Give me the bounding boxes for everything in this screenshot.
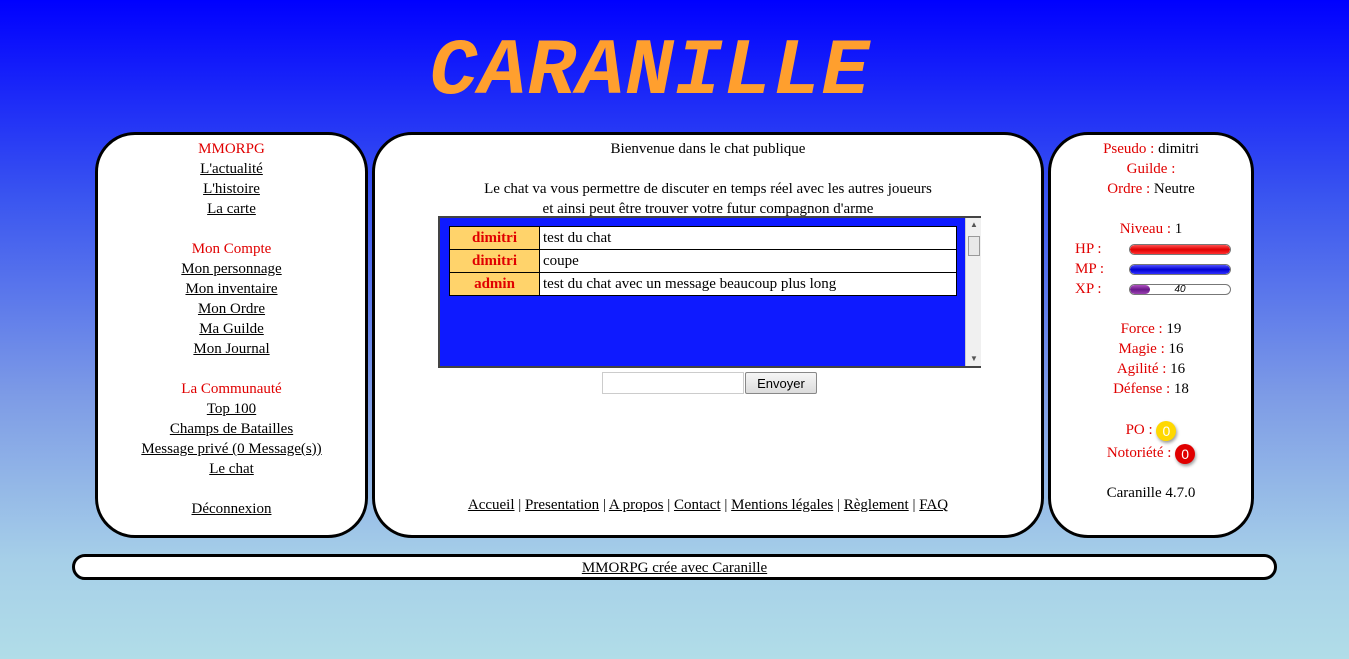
magie-value: 16	[1168, 341, 1184, 357]
menu-link-message-prive[interactable]: Message privé (0 Message(s))	[141, 441, 321, 457]
gold-coin-icon: 0	[1156, 420, 1177, 441]
menu-link-guilde[interactable]: Ma Guilde	[199, 321, 264, 337]
xp-row: XP : 40	[1051, 279, 1251, 299]
menu-link-journal[interactable]: Mon Journal	[193, 341, 269, 357]
menu-link-ordre[interactable]: Mon Ordre	[198, 301, 265, 317]
menu-link-champs-batailles[interactable]: Champs de Batailles	[170, 421, 293, 437]
ordre-row: Ordre : Neutre	[1107, 181, 1195, 197]
nav-link-mentions-legales[interactable]: Mentions légales	[731, 497, 833, 513]
xp-bar: 40	[1129, 284, 1231, 295]
chat-scrollbar[interactable]: ▲ ▼	[965, 218, 981, 366]
menu-link-top100[interactable]: Top 100	[207, 401, 256, 417]
nav-link-presentation[interactable]: Presentation	[525, 497, 599, 513]
niveau-value: 1	[1174, 221, 1183, 237]
chat-messages-table: dimitri test du chat dimitri coupe admin…	[449, 226, 957, 296]
xp-label: XP :	[1075, 281, 1102, 297]
defense-value: 18	[1173, 381, 1189, 397]
chat-message-text: test du chat	[539, 226, 957, 250]
force-value: 19	[1166, 321, 1182, 337]
chat-message-text: test du chat avec un message beaucoup pl…	[539, 272, 957, 296]
notoriete-row: Notoriété : 0	[1051, 441, 1251, 465]
hp-bar	[1129, 244, 1231, 255]
send-button[interactable]: Envoyer	[745, 372, 817, 394]
site-title: CARANILLE	[429, 27, 871, 118]
pseudo-row: Pseudo : dimitri	[1103, 141, 1199, 157]
mp-label: MP :	[1075, 261, 1105, 277]
nav-link-reglement[interactable]: Règlement	[844, 497, 909, 513]
chat-message-text: coupe	[539, 249, 957, 273]
pseudo-value: dimitri	[1158, 141, 1199, 157]
guilde-row: Guilde :	[1126, 161, 1176, 177]
menu-link-personnage[interactable]: Mon personnage	[181, 261, 281, 277]
nav-link-accueil[interactable]: Accueil	[468, 497, 515, 513]
po-row: PO : 0	[1051, 419, 1251, 441]
version-text: Caranille 4.7.0	[1106, 485, 1196, 501]
footer-link[interactable]: MMORPG crée avec Caranille	[582, 560, 767, 576]
niveau-row: Niveau : 1	[1119, 221, 1183, 237]
defense-row: Défense : 18	[1113, 381, 1189, 397]
nav-link-contact[interactable]: Contact	[674, 497, 721, 513]
chat-welcome: Bienvenue dans le chat publique	[610, 141, 806, 157]
chat-message-user: dimitri	[449, 226, 540, 250]
footer-nav: Accueil | Presentation | A propos | Cont…	[467, 497, 949, 513]
agilite-value: 16	[1170, 361, 1186, 377]
logout-link[interactable]: Déconnexion	[192, 501, 272, 517]
force-row: Force : 19	[1120, 321, 1182, 337]
character-panel: Pseudo : dimitri Guilde : Ordre : Neutre…	[1048, 132, 1254, 538]
chat-message-row: admin test du chat avec un message beauc…	[449, 272, 957, 296]
scroll-up-icon[interactable]: ▲	[966, 218, 982, 232]
agilite-row: Agilité : 16	[1116, 361, 1186, 377]
chat-message-user: admin	[449, 272, 540, 296]
magie-row: Magie : 16	[1118, 341, 1184, 357]
scrollbar-thumb[interactable]	[968, 236, 980, 256]
mp-row: MP :	[1051, 259, 1251, 279]
footer-bar: MMORPG crée avec Caranille	[72, 554, 1277, 580]
chat-message-row: dimitri test du chat	[449, 226, 957, 250]
menu-link-inventaire[interactable]: Mon inventaire	[185, 281, 277, 297]
chat-message-row: dimitri coupe	[449, 249, 957, 273]
notoriety-badge-icon: 0	[1175, 443, 1196, 464]
chat-message-user: dimitri	[449, 249, 540, 273]
section-mmorpg: MMORPG	[198, 141, 265, 157]
chat-message-input[interactable]	[602, 372, 744, 394]
menu-link-chat[interactable]: Le chat	[209, 461, 254, 477]
menu-link-actualite[interactable]: L'actualité	[200, 161, 263, 177]
menu-link-carte[interactable]: La carte	[207, 201, 256, 217]
xp-value: 40	[1174, 284, 1186, 295]
chat-messages-box[interactable]: dimitri test du chat dimitri coupe admin…	[438, 216, 981, 368]
scroll-down-icon[interactable]: ▼	[966, 352, 982, 366]
left-menu-panel: MMORPG L'actualité L'histoire La carte M…	[95, 132, 368, 538]
chat-intro-line1: Le chat va vous permettre de discuter en…	[484, 181, 932, 197]
nav-link-faq[interactable]: FAQ	[919, 497, 948, 513]
ordre-value: Neutre	[1153, 181, 1195, 197]
menu-link-histoire[interactable]: L'histoire	[203, 181, 260, 197]
hp-row: HP :	[1051, 239, 1251, 259]
hp-label: HP :	[1075, 241, 1102, 257]
section-mon-compte: Mon Compte	[191, 241, 272, 257]
section-communaute: La Communauté	[181, 381, 282, 397]
chat-panel: Bienvenue dans le chat publique Le chat …	[372, 132, 1044, 538]
nav-link-a-propos[interactable]: A propos	[609, 497, 664, 513]
mp-bar	[1129, 264, 1231, 275]
